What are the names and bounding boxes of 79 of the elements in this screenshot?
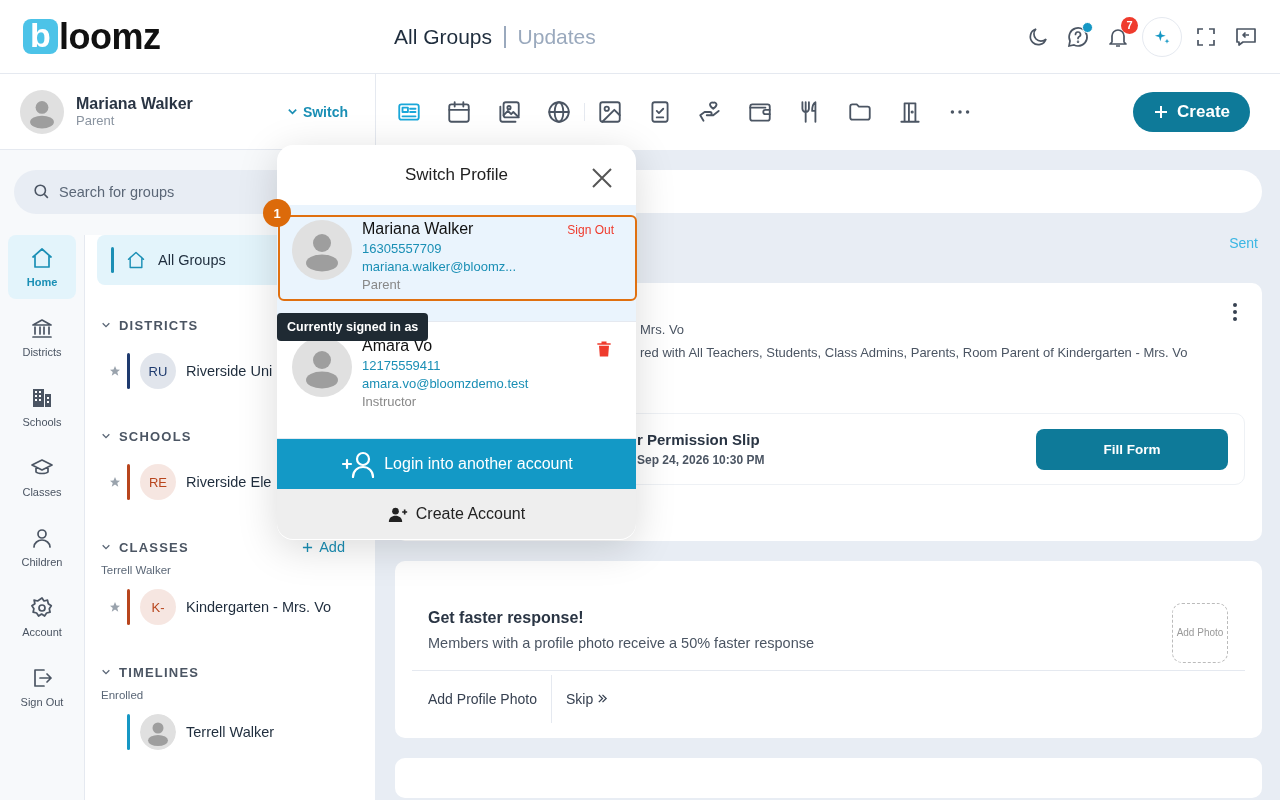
section-title: TIMELINES xyxy=(119,664,200,680)
account-email: amara.vo@bloomzdemo.test xyxy=(362,376,530,391)
profile-role: Parent xyxy=(76,113,116,128)
photos-icon[interactable] xyxy=(496,99,522,125)
create-button[interactable]: Create xyxy=(1133,92,1250,132)
sign-out-link[interactable]: Sign Out xyxy=(567,223,614,237)
calendar-icon[interactable] xyxy=(446,99,472,125)
chevron-down-icon[interactable] xyxy=(101,431,111,441)
account-phone: 16305557709 xyxy=(362,241,443,256)
bank-icon xyxy=(30,316,54,340)
initials-avatar: K- xyxy=(140,589,176,625)
star-icon[interactable] xyxy=(109,365,121,377)
person-icon xyxy=(30,526,54,550)
plus-icon xyxy=(1153,104,1170,120)
section-subtitle: Enrolled xyxy=(100,689,145,701)
star-icon[interactable] xyxy=(109,476,121,488)
initials-avatar: RU xyxy=(140,353,176,389)
avatar xyxy=(140,714,176,750)
form-due-date: Sep 24, 2026 10:30 PM xyxy=(637,453,765,467)
nav-item[interactable]: Classes xyxy=(8,445,76,509)
account-role: Parent xyxy=(362,277,402,292)
account-email: mariana.walker@bloomz... xyxy=(362,259,518,274)
plus-icon xyxy=(302,541,314,553)
account-name: Mariana Walker xyxy=(362,220,475,238)
switch-button[interactable]: Switch xyxy=(286,103,348,120)
chevron-down-icon[interactable] xyxy=(101,320,111,330)
tooltip: Currently signed in as xyxy=(277,313,429,341)
create-account-button[interactable]: Create Account xyxy=(277,489,636,539)
globe-icon[interactable] xyxy=(546,99,572,125)
trash-icon[interactable] xyxy=(594,339,614,359)
building-icon xyxy=(30,386,54,410)
help-icon[interactable] xyxy=(1066,24,1090,49)
group-name: Kindergarten - Mrs. Vo xyxy=(186,599,332,615)
avatar xyxy=(20,89,64,134)
logo: b loomz xyxy=(23,18,161,55)
group-item[interactable]: K- Kindergarten - Mrs. Vo xyxy=(97,582,363,632)
home-icon xyxy=(30,246,54,270)
nav-item[interactable]: Schools xyxy=(8,375,76,439)
notification-badge: 7 xyxy=(1121,16,1138,34)
section-title: CLASSES xyxy=(119,539,189,555)
dialog-title: Switch Profile xyxy=(405,165,508,185)
image-icon[interactable] xyxy=(597,99,623,125)
account-role: Instructor xyxy=(362,394,418,409)
star-icon[interactable] xyxy=(109,601,121,613)
form-title: r Permission Slip xyxy=(637,431,761,448)
nav-item[interactable]: Districts xyxy=(8,305,76,369)
double-chevron-icon xyxy=(597,693,609,704)
avatar xyxy=(292,220,352,280)
group-name: Riverside Ele xyxy=(186,474,272,490)
kebab-menu-icon[interactable] xyxy=(1232,302,1238,322)
prompt-text: Members with a profile photo receive a 50% faster response xyxy=(428,635,815,651)
skip-button[interactable]: Skip xyxy=(565,690,609,707)
group-name: Terrell Walker xyxy=(186,724,275,740)
section-subtitle: Terrell Walker xyxy=(100,564,172,576)
nav-item[interactable]: Sign Out xyxy=(8,655,76,719)
chevron-down-icon[interactable] xyxy=(101,542,111,552)
status-dot xyxy=(1082,21,1093,33)
post-audience: red with All Teachers, Students, Class Admins, Parents, Room Parent of Kindergarten - Mrs. Vo xyxy=(640,345,1189,360)
initials-avatar: RE xyxy=(140,464,176,500)
home-icon xyxy=(126,250,146,270)
fill-form-button[interactable]: Fill Form xyxy=(1036,428,1228,470)
profile-name: Mariana Walker xyxy=(76,95,194,113)
post-group: Mrs. Vo xyxy=(640,322,1245,337)
group-item[interactable]: Terrell Walker xyxy=(97,707,363,757)
nav-item[interactable]: Children xyxy=(8,515,76,579)
section-title: DISTRICTS xyxy=(119,317,199,333)
add-user-icon xyxy=(387,505,408,523)
prompt-title: Get faster response! xyxy=(428,609,585,627)
nav-item[interactable]: Account xyxy=(8,585,76,649)
page-title: All Groups xyxy=(394,24,493,49)
settings-icon xyxy=(30,596,54,620)
chevron-down-icon xyxy=(286,106,298,117)
account-phone: 12175559411 xyxy=(362,358,442,373)
group-name: Riverside Uni xyxy=(186,363,273,379)
add-profile-photo-button[interactable]: Add Profile Photo xyxy=(428,690,537,707)
section-title: SCHOOLS xyxy=(119,428,192,444)
chevron-down-icon[interactable] xyxy=(101,667,111,677)
close-icon[interactable] xyxy=(590,166,614,190)
add-link[interactable]: Add xyxy=(302,539,345,555)
